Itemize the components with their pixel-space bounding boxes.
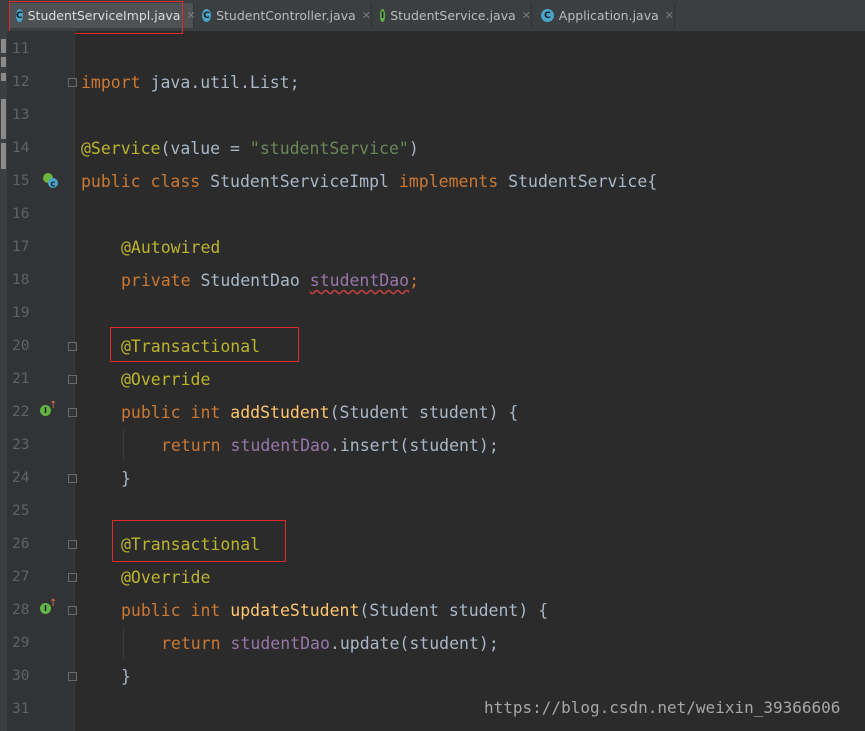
indent-guide [123, 627, 124, 660]
tab-label: StudentController.java [216, 8, 356, 23]
tab-application[interactable]: C Application.java ✕ [535, 3, 675, 28]
line-number: 15 [12, 173, 30, 189]
tab-highlight-box [9, 1, 183, 34]
line-number: 16 [12, 206, 30, 222]
line-number: 28 [12, 602, 30, 618]
code-line-21[interactable]: @Override [121, 363, 210, 396]
code-line-28[interactable]: public int updateStudent(Student student… [121, 594, 548, 627]
arrow-up-icon: ↑ [49, 400, 58, 411]
line-number: 24 [12, 470, 30, 486]
code-line-27[interactable]: @Override [121, 561, 210, 594]
code-line-23[interactable]: return studentDao.insert(student); [161, 429, 499, 462]
arrow-up-icon: ↑ [49, 598, 58, 609]
spring-bean-icon[interactable]: C [42, 172, 59, 189]
code-line-30[interactable]: } [121, 660, 131, 693]
fold-marker[interactable] [68, 78, 77, 87]
tab-label: Application.java [558, 8, 659, 23]
fold-marker[interactable] [68, 672, 77, 681]
interface-icon: I [380, 9, 386, 22]
close-icon[interactable]: ✕ [186, 9, 195, 22]
fold-marker[interactable] [68, 408, 77, 417]
fold-marker[interactable] [68, 540, 77, 549]
line-number: 12 [12, 74, 30, 90]
side-tool-strip[interactable] [0, 31, 7, 731]
fold-marker[interactable] [68, 573, 77, 582]
code-line-14[interactable]: @Service(value = "studentService") [81, 132, 419, 165]
fold-marker[interactable] [68, 375, 77, 384]
fold-marker[interactable] [68, 474, 77, 483]
spring-class-icon: C [541, 9, 554, 22]
line-number: 21 [12, 371, 30, 387]
code-line-18[interactable]: private StudentDao studentDao; [121, 264, 419, 297]
line-number: 18 [12, 272, 30, 288]
close-icon[interactable]: ✕ [362, 9, 371, 22]
code-line-29[interactable]: return studentDao.update(student); [161, 627, 499, 660]
line-number: 14 [12, 140, 30, 156]
line-number: 25 [12, 503, 30, 519]
annotation-highlight-box [112, 520, 286, 562]
tab-studentservice[interactable]: I StudentService.java ✕ [374, 3, 532, 28]
line-number: 22 [12, 404, 30, 420]
line-number: 31 [12, 701, 30, 717]
class-icon: C [202, 9, 212, 22]
line-number: 26 [12, 536, 30, 552]
annotation-highlight-box [110, 327, 299, 362]
line-number: 19 [12, 305, 30, 321]
line-number: 17 [12, 239, 30, 255]
line-number: 30 [12, 668, 30, 684]
tab-label: StudentService.java [390, 8, 516, 23]
line-number: 27 [12, 569, 30, 585]
line-number: 13 [12, 107, 30, 123]
fold-marker[interactable] [68, 606, 77, 615]
line-number: 23 [12, 437, 30, 453]
tab-studentcontroller[interactable]: C StudentController.java ✕ [196, 3, 372, 28]
watermark: https://blog.csdn.net/weixin_39366606 [484, 698, 841, 717]
indent-guide [123, 429, 124, 462]
line-number: 29 [12, 635, 30, 651]
svg-text:C: C [51, 181, 56, 189]
code-line-22[interactable]: public int addStudent(Student student) { [121, 396, 518, 429]
line-number: 20 [12, 338, 30, 354]
close-icon[interactable]: ✕ [665, 9, 674, 22]
code-line-17[interactable]: @Autowired [121, 231, 220, 264]
code-line-12[interactable]: import java.util.List; [81, 66, 300, 99]
close-icon[interactable]: ✕ [522, 9, 531, 22]
line-number: 11 [12, 41, 30, 57]
code-line-15[interactable]: public class StudentServiceImpl implemen… [81, 165, 657, 198]
code-line-24[interactable]: } [121, 462, 131, 495]
fold-marker[interactable] [68, 342, 77, 351]
